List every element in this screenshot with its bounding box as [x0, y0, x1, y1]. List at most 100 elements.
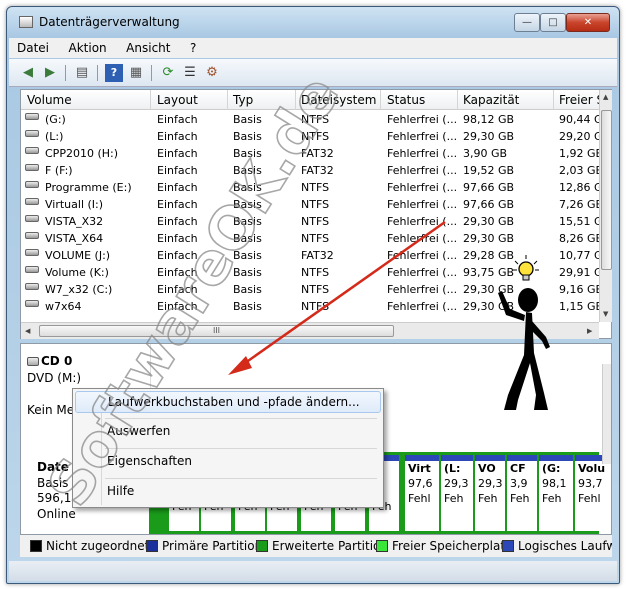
cd-media: Kein Me	[27, 403, 75, 417]
partition-status: Fehl	[408, 492, 431, 505]
rescan-icon[interactable]: ⚙	[203, 64, 221, 82]
table-cell: Basis	[233, 130, 262, 143]
disk-name: Date	[37, 460, 69, 474]
table-row[interactable]: VISTA_X32 Einfach Basis NTFS Fehlerfrei (...…	[21, 214, 603, 231]
legend-swatch	[30, 540, 42, 552]
context-menu: Laufwerkbuchstaben und -pfade ändern... …	[72, 388, 384, 508]
vertical-scroll-thumb[interactable]	[601, 110, 612, 270]
table-cell: Fehlerfrei (...	[387, 266, 458, 279]
table-cell: 1,92 GB	[559, 147, 604, 160]
properties-view-icon[interactable]: ▦	[127, 64, 145, 82]
partition-size: 3,9	[510, 477, 528, 490]
partition-size: 98,1	[542, 477, 567, 490]
col-status[interactable]: Status	[387, 93, 425, 107]
refresh-icon[interactable]: ⟳	[159, 64, 177, 82]
partition-status: Feh	[478, 492, 498, 505]
disk-vertical-scrollbar[interactable]	[602, 364, 611, 464]
drive-icon	[25, 147, 39, 154]
col-freier-speicher[interactable]: Freier S	[559, 93, 604, 107]
partition-block[interactable]: CF 3,9 Feh	[507, 455, 537, 531]
drive-icon	[25, 249, 39, 256]
partition-size: 97,6	[408, 477, 433, 490]
table-cell: NTFS	[301, 198, 330, 211]
table-cell: 12,86 G	[559, 181, 603, 194]
col-typ[interactable]: Typ	[233, 93, 253, 107]
partition-size: 29,3	[478, 477, 503, 490]
table-cell: Basis	[233, 232, 262, 245]
horizontal-scroll-thumb[interactable]: III	[39, 325, 394, 337]
legend-label: Freier Speicherplatz	[392, 539, 512, 553]
table-row[interactable]: Virtuall (I:) Einfach Basis NTFS Fehlerfrei …	[21, 197, 603, 214]
table-cell: Einfach	[157, 249, 198, 262]
partition-block[interactable]: (G: 98,1 Feh	[539, 455, 573, 531]
drive-icon	[25, 266, 39, 273]
cd-name-label: CD 0	[41, 354, 73, 368]
legend-item: Erweiterte Partition	[256, 539, 388, 553]
legend-label: Primäre Partition	[162, 539, 263, 553]
table-cell: 97,66 GB	[463, 198, 515, 211]
minimize-button[interactable]: —	[514, 13, 540, 32]
drive-icon	[25, 215, 39, 222]
menu-item-properties[interactable]: Eigenschaften	[75, 451, 381, 473]
col-kapazitaet[interactable]: Kapazität	[463, 93, 519, 107]
table-cell: FAT32	[301, 249, 334, 262]
table-cell: Einfach	[157, 283, 198, 296]
menu-ansicht[interactable]: Ansicht	[118, 38, 178, 58]
list-header: Volume Layout Typ Dateisystem Status Kap…	[21, 90, 604, 110]
close-button[interactable]: ✕	[566, 13, 610, 32]
table-cell: NTFS	[301, 266, 330, 279]
partition-block[interactable]: (L: 29,3 Feh	[441, 455, 473, 531]
title-bar[interactable]: Datenträgerverwaltung — □ ✕	[7, 7, 619, 37]
drive-icon	[25, 113, 39, 120]
properties-icon[interactable]: ☰	[181, 64, 199, 82]
table-cell: 98,12 GB	[463, 113, 515, 126]
partition-block[interactable]: Volu 93,7 Fehl	[575, 455, 611, 531]
menu-item-change-drive-letter[interactable]: Laufwerkbuchstaben und -pfade ändern...	[75, 391, 381, 413]
menu-item-help[interactable]: Hilfe	[75, 481, 381, 503]
table-cell: Einfach	[157, 300, 198, 313]
drive-icon	[25, 232, 39, 239]
table-cell: 8,26 GB	[559, 232, 604, 245]
col-dateisystem[interactable]: Dateisystem	[301, 93, 376, 107]
table-row[interactable]: VISTA_X64 Einfach Basis NTFS Fehlerfrei (...…	[21, 231, 603, 248]
partition-block[interactable]: VO 29,3 Feh	[475, 455, 505, 531]
table-cell: 1,15 GB	[559, 300, 604, 313]
menu-help[interactable]: ?	[182, 38, 204, 58]
legend-item: Nicht zugeordnet	[30, 539, 149, 553]
menu-datei[interactable]: Datei	[9, 38, 57, 58]
menu-item-eject[interactable]: Auswerfen	[75, 421, 381, 443]
table-row[interactable]: CPP2010 (H:) Einfach Basis FAT32 Fehlerfrei …	[21, 146, 603, 163]
vertical-scrollbar[interactable]: ▲ ▼	[599, 90, 612, 322]
table-row[interactable]: Programme (E:) Einfach Basis NTFS Fehlerfrei…	[21, 180, 603, 197]
maximize-button[interactable]: □	[540, 13, 566, 32]
legend-swatch	[256, 540, 268, 552]
table-row[interactable]: (G:) Einfach Basis NTFS Fehlerfrei (... 98,12…	[21, 112, 603, 129]
legend-label: Nicht zugeordnet	[46, 539, 150, 553]
forward-icon[interactable]: ▶	[41, 64, 59, 82]
table-row[interactable]: F (F:) Einfach Basis FAT32 Fehlerfrei (... 19…	[21, 163, 603, 180]
partition-name: (G:	[542, 462, 561, 475]
table-row[interactable]: (L:) Einfach Basis NTFS Fehlerfrei (... 29,30…	[21, 129, 603, 146]
table-cell: NTFS	[301, 181, 330, 194]
table-cell: Fehlerfrei (...	[387, 215, 458, 228]
col-volume[interactable]: Volume	[27, 93, 72, 107]
table-cell: 7,26 GB	[559, 198, 604, 211]
legend-swatch	[502, 540, 514, 552]
toolbar: ◀ ▶ ▤ ? ▦ ⟳ ☰ ⚙	[9, 59, 617, 87]
table-cell: Fehlerfrei (...	[387, 147, 458, 160]
legend: Nicht zugeordnet Primäre Partition Erweite…	[20, 535, 612, 557]
menu-aktion[interactable]: Aktion	[61, 38, 115, 58]
menu-bar: Datei Aktion Ansicht ?	[9, 38, 617, 58]
table-cell: Einfach	[157, 198, 198, 211]
table-cell: Volume (K:)	[45, 266, 109, 279]
table-cell: Einfach	[157, 215, 198, 228]
table-cell: Basis	[233, 181, 262, 194]
help-icon[interactable]: ?	[105, 64, 123, 82]
back-icon[interactable]: ◀	[19, 64, 37, 82]
col-layout[interactable]: Layout	[157, 93, 198, 107]
table-cell: 15,51 G	[559, 215, 603, 228]
partition-block[interactable]: Virt 97,6 Fehl	[405, 455, 439, 531]
list-view-icon[interactable]: ▤	[73, 64, 91, 82]
table-cell: Einfach	[157, 147, 198, 160]
table-cell: 29,30 GB	[463, 215, 515, 228]
